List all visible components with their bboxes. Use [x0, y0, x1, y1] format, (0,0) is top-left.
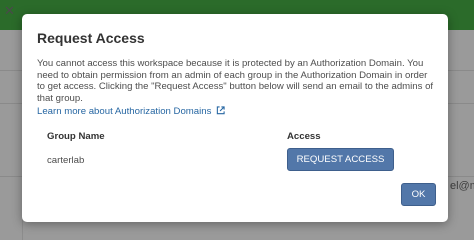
request-access-dialog: Request Access You cannot access this wo… [22, 14, 448, 222]
background-email-fragment: el@m [450, 180, 474, 192]
access-header: Access [287, 131, 321, 142]
request-access-button[interactable]: REQUEST ACCESS [287, 148, 394, 171]
external-link-icon [216, 106, 225, 118]
table-row-group-name: carterlab [47, 155, 85, 166]
close-icon: ✕ [4, 3, 15, 18]
learn-more-link[interactable]: Learn more about Authorization Domains [37, 106, 225, 118]
background-sidebar-edge [0, 70, 23, 240]
dialog-description: You cannot access this workspace because… [37, 58, 434, 104]
dialog-title: Request Access [37, 30, 145, 46]
ok-button[interactable]: OK [401, 183, 436, 206]
learn-more-label: Learn more about Authorization Domains [37, 106, 212, 117]
group-name-header: Group Name [47, 131, 105, 142]
